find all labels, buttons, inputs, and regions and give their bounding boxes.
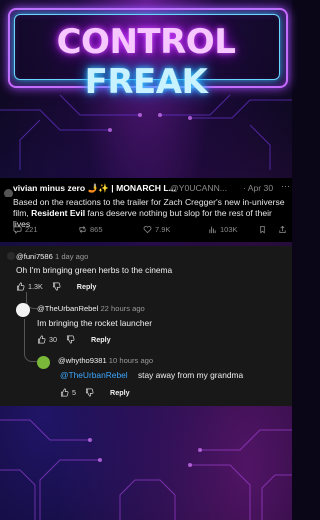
comment-actions: 5 Reply — [60, 388, 130, 397]
tweet-date-text: Apr 30 — [247, 183, 274, 193]
comment-time: 22 hours ago — [100, 304, 145, 313]
comment-text-content: stay away from my grandma — [137, 370, 244, 380]
title-word-control: CONTROL — [56, 22, 236, 62]
tweet-text-bold: Resident Evil — [31, 208, 86, 218]
comment-time: 1 day ago — [54, 252, 89, 261]
video-banner: CONTROL FREAK — [0, 0, 292, 170]
like-count: 7.9K — [155, 225, 171, 234]
share-icon — [279, 225, 286, 234]
banner-title: CONTROL FREAK — [0, 22, 292, 102]
thumbs-down-icon[interactable] — [85, 388, 94, 397]
comment-like-count: 30 — [49, 335, 57, 344]
comments-section: @funi7586 1 day ago Oh I'm bringing gree… — [0, 246, 292, 406]
thumbs-up-icon[interactable] — [16, 282, 25, 291]
tweet-card[interactable]: vivian minus zero 🤳✨ | MONARCH L... @Y0U… — [0, 178, 292, 242]
comment-actions: 30 Reply — [37, 335, 111, 344]
comment-time: 10 hours ago — [108, 356, 154, 365]
comment-text: Im bringing the rocket launcher — [37, 318, 152, 328]
tweet-header: vivian minus zero 🤳✨ | MONARCH L... @Y0U… — [0, 183, 292, 197]
title-word-freak: FREAK — [84, 62, 208, 102]
tweet-stats: 221 865 7.9K 103K — [0, 225, 292, 237]
reply-button[interactable]: Reply — [91, 335, 111, 344]
view-count: 103K — [220, 225, 238, 234]
comment-username[interactable]: @TheUrbanRebel — [37, 304, 98, 313]
comment-like-count: 5 — [72, 388, 76, 397]
comment-avatar[interactable] — [37, 356, 50, 369]
reply-count: 221 — [25, 225, 38, 234]
tweet-avatar[interactable] — [4, 189, 13, 197]
bookmark-button[interactable] — [258, 225, 267, 234]
thumbs-up-icon[interactable] — [37, 335, 46, 344]
comment-like-count: 1.3K — [28, 282, 43, 291]
bookmark-icon — [260, 225, 265, 234]
like-count-button[interactable]: 7.9K — [143, 225, 170, 234]
comment-header: @whytho9381 10 hours ago — [58, 356, 153, 365]
more-options-icon[interactable]: ⋯ — [281, 183, 290, 192]
tweet-date: · Apr 30 — [243, 183, 273, 193]
share-button[interactable] — [278, 225, 287, 234]
reply-count-button[interactable]: 221 — [13, 225, 38, 234]
views-icon — [209, 226, 216, 234]
thread-connector — [24, 319, 37, 362]
repost-count-button[interactable]: 865 — [78, 225, 103, 234]
repost-icon — [79, 226, 86, 233]
comment-mention[interactable]: @TheUrbanRebel — [60, 370, 128, 380]
comment-header: @TheUrbanRebel 22 hours ago — [37, 304, 145, 313]
thumbs-down-icon[interactable] — [66, 335, 75, 344]
comment-avatar[interactable] — [16, 303, 30, 317]
reply-button[interactable]: Reply — [110, 388, 130, 397]
tweet-handle[interactable]: @Y0UCANN... — [170, 183, 227, 193]
comment-text: @TheUrbanRebel stay away from my grandma — [60, 370, 243, 380]
comment-header: @funi7586 1 day ago — [16, 252, 88, 261]
comment-username[interactable]: @whytho9381 — [58, 356, 107, 365]
reply-icon — [13, 226, 22, 234]
comment-actions: 1.3K Reply — [16, 282, 96, 291]
comment-avatar[interactable] — [7, 252, 15, 260]
thumbs-up-icon[interactable] — [60, 388, 69, 397]
repost-count: 865 — [90, 225, 103, 234]
date-separator: · — [243, 183, 246, 193]
tweet-author-name[interactable]: vivian minus zero 🤳✨ | MONARCH L... — [13, 183, 176, 194]
thumbs-down-icon[interactable] — [52, 282, 61, 291]
comment-text: Oh I'm bringing green herbs to the cinem… — [16, 265, 173, 275]
heart-icon — [143, 226, 152, 234]
reply-button[interactable]: Reply — [77, 282, 97, 291]
comment-username[interactable]: @funi7586 — [16, 252, 53, 261]
view-count-button[interactable]: 103K — [208, 225, 238, 234]
